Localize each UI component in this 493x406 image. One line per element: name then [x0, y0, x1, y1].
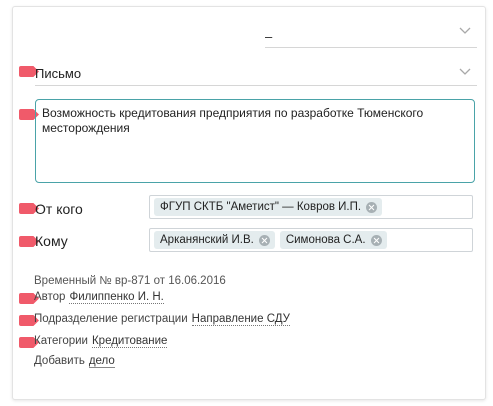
- token-label: Симонова С.А.: [285, 234, 366, 246]
- department-label: Подразделение регистрации: [34, 313, 188, 325]
- temp-number: Временный № вр-871 от 16.06.2016: [34, 275, 226, 287]
- top-select-underline: [265, 47, 477, 48]
- subject-textarea[interactable]: Возможность кредитования предприятия по …: [35, 99, 475, 183]
- chevron-down-icon[interactable]: [459, 27, 471, 35]
- recipient-token[interactable]: Симонова С.А.: [279, 231, 387, 249]
- category-link[interactable]: Кредитование: [91, 335, 168, 348]
- remove-token-icon[interactable]: [258, 234, 270, 246]
- recipient-token[interactable]: ФГУП СКТБ "Аметист" — Ковров И.П.: [154, 198, 383, 216]
- author-label: Автор: [34, 291, 66, 303]
- to-input[interactable]: Арканянский И.В. Симонова С.А.: [149, 228, 473, 252]
- subject-text: Возможность кредитования предприятия по …: [42, 106, 424, 135]
- top-select-value: –: [265, 29, 273, 44]
- top-select[interactable]: –: [265, 25, 477, 47]
- category-row: Категории Кредитование: [34, 335, 168, 348]
- chevron-down-icon[interactable]: [459, 68, 471, 76]
- department-row: Подразделение регистрации Направление СД…: [34, 313, 290, 326]
- add-case-prefix: Добавить: [34, 355, 85, 367]
- doc-type-underline: [35, 85, 477, 86]
- add-case-link[interactable]: дело: [88, 355, 115, 368]
- author-row: Автор Филиппенко И. Н.: [34, 291, 164, 304]
- category-label: Категории: [34, 335, 88, 347]
- remove-token-icon[interactable]: [370, 234, 382, 246]
- remove-token-icon[interactable]: [366, 201, 378, 213]
- to-label: Кому: [35, 233, 68, 249]
- department-link[interactable]: Направление СДУ: [191, 313, 290, 326]
- token-label: ФГУП СКТБ "Аметист" — Ковров И.П.: [160, 201, 362, 213]
- doc-type-value: Письмо: [35, 66, 82, 81]
- author-link[interactable]: Филиппенко И. Н.: [69, 291, 164, 304]
- recipient-token[interactable]: Арканянский И.В.: [154, 231, 275, 249]
- from-input[interactable]: ФГУП СКТБ "Аметист" — Ковров И.П.: [149, 195, 473, 219]
- from-label: От кого: [35, 201, 83, 217]
- doc-type-select[interactable]: Письмо: [35, 63, 475, 85]
- document-card: – Письмо Возможность кредитования предпр…: [12, 6, 486, 400]
- token-label: Арканянский И.В.: [160, 234, 254, 246]
- add-case-row: Добавить дело: [34, 355, 115, 368]
